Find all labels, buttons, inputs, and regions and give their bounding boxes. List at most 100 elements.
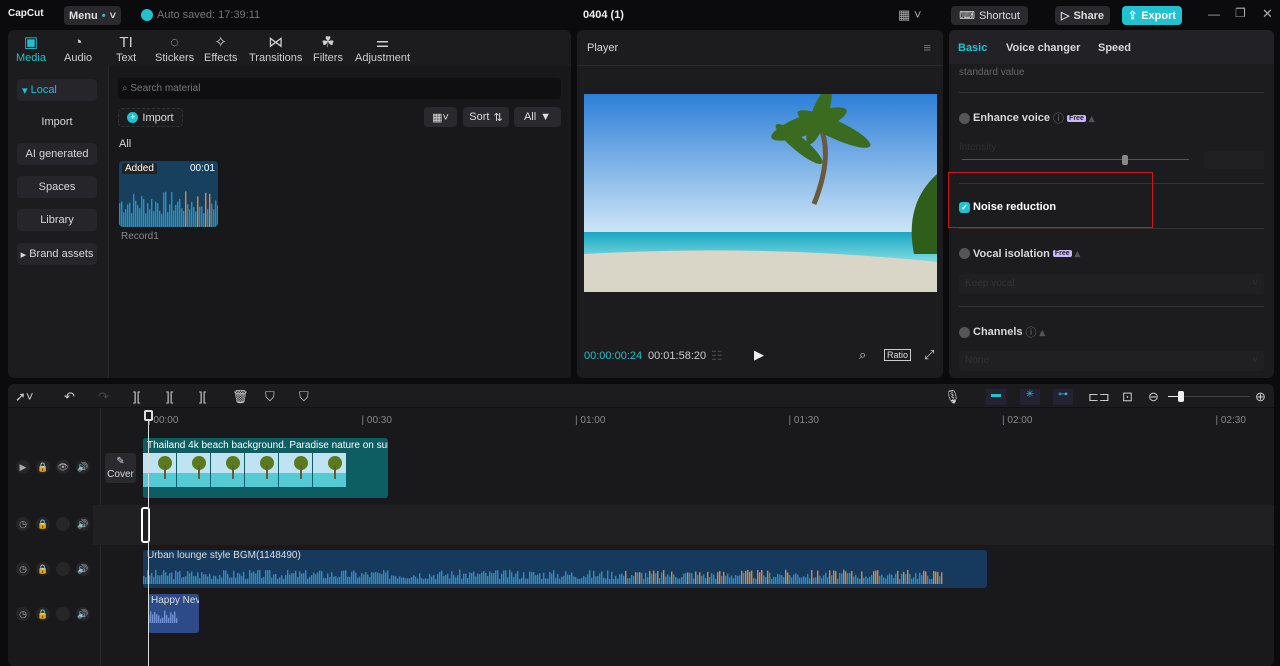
timeline-view-icon[interactable]: ☷ <box>711 348 723 364</box>
tab-basic[interactable]: Basic <box>958 42 987 54</box>
sidebar-item-ai-generated[interactable]: AI generated <box>17 143 97 165</box>
share-button[interactable]: ▷ Share <box>1055 6 1110 25</box>
preview-axis-icon[interactable]: ⊏⊐ <box>1088 389 1110 405</box>
play-icon[interactable]: ▶ <box>754 347 764 363</box>
filter-button[interactable]: All ▼ <box>514 107 561 127</box>
intensity-input[interactable] <box>1204 151 1264 169</box>
zoom-to-fit-icon[interactable]: ⊡ <box>1122 389 1133 405</box>
help-icon[interactable]: ⓘ <box>1026 324 1037 340</box>
audio-icon[interactable]: 🔊 <box>76 562 90 576</box>
tab-stickers[interactable]: ◌ Stickers <box>155 34 194 64</box>
tab-transitions[interactable]: ⋈ Transitions <box>249 34 302 64</box>
track-type-icon[interactable]: ◷ <box>16 562 30 576</box>
audio-icon[interactable]: 🔊 <box>76 460 90 474</box>
zoom-fit-icon[interactable]: ⌕ <box>859 347 866 363</box>
add-marker-icon[interactable]: ⛉ <box>265 389 275 405</box>
collapse-icon[interactable]: ▴ <box>1089 112 1095 125</box>
tab-adjustment[interactable]: ⚌ Adjustment <box>355 34 410 64</box>
sidebar-item-library[interactable]: Library <box>17 209 97 231</box>
noise-reduction-row[interactable]: ✓ Noise reduction <box>959 201 1056 213</box>
zoom-out-icon[interactable]: ⊖ <box>1148 389 1159 405</box>
split-right-icon[interactable]: ][ <box>199 389 206 404</box>
close-icon[interactable]: ✕ <box>1262 6 1273 22</box>
lock-icon[interactable]: 🔒 <box>36 460 50 474</box>
noise-reduction-checkbox[interactable]: ✓ <box>959 201 970 213</box>
vocal-isolation-checkbox[interactable] <box>959 248 970 259</box>
sidebar-item-import[interactable]: Import <box>17 111 97 133</box>
view-toggle[interactable]: ▦˅ <box>424 107 457 127</box>
menu-button[interactable]: Menu • ˅ <box>64 6 121 25</box>
search-input[interactable]: ⌕ Search material <box>118 78 561 99</box>
zoom-in-icon[interactable]: ⊕ <box>1255 389 1266 405</box>
lock-icon[interactable]: 🔒 <box>36 607 50 621</box>
collapse-icon[interactable]: ▴ <box>1075 247 1081 260</box>
visibility-icon[interactable] <box>56 562 70 576</box>
visibility-icon[interactable] <box>56 607 70 621</box>
sidebar-item-local[interactable]: ▾ Local <box>17 79 97 101</box>
sort-button[interactable]: Sort ⇅ <box>463 107 509 127</box>
sidebar-item-brand-assets[interactable]: ▸ Brand assets <box>17 243 97 265</box>
minimize-icon[interactable]: — <box>1208 7 1220 21</box>
fullscreen-icon[interactable]: ⤢ <box>924 347 934 363</box>
media-item-record1[interactable]: Added 00:01 <box>119 161 218 227</box>
audio-clip-happy-new[interactable]: Happy Nev <box>148 594 199 633</box>
help-icon[interactable]: ⓘ <box>1053 110 1064 126</box>
filters-icon: ☘ <box>321 34 335 51</box>
marker-icon[interactable]: ⛉ <box>299 389 309 405</box>
tab-text[interactable]: TI Text <box>116 34 136 64</box>
intensity-slider[interactable] <box>962 159 1189 160</box>
export-button[interactable]: ⇪ Export <box>1122 6 1182 25</box>
track-type-icon[interactable]: ◷ <box>16 607 30 621</box>
restore-icon[interactable]: ❐ <box>1235 6 1246 20</box>
undo-icon[interactable]: ↶ <box>64 389 75 405</box>
visibility-icon[interactable]: 👁 <box>56 460 70 474</box>
enhance-voice-row[interactable]: Enhance voice ⓘ Free ▴ <box>959 110 1094 126</box>
playhead-handle[interactable] <box>144 410 153 421</box>
intensity-slider-handle[interactable] <box>1122 155 1129 165</box>
split-icon[interactable]: ][ <box>133 389 140 404</box>
tab-media[interactable]: ▣ Media <box>16 34 46 64</box>
shortcut-button[interactable]: ⌨ Shortcut <box>951 6 1028 25</box>
audio-icon[interactable]: 🔊 <box>76 607 90 621</box>
vocal-mode-select[interactable]: Keep vocal ˅ <box>959 274 1264 294</box>
split-left-icon[interactable]: ][ <box>166 389 173 404</box>
tab-effects[interactable]: ✧ Effects <box>204 34 237 64</box>
video-clip[interactable]: Thailand 4k beach background. Paradise n… <box>143 438 388 498</box>
zoom-slider-handle[interactable] <box>1178 391 1184 402</box>
lock-icon[interactable]: 🔒 <box>36 517 50 531</box>
tab-filters[interactable]: ☘ Filters <box>313 34 343 64</box>
sidebar-item-spaces[interactable]: Spaces <box>17 176 97 198</box>
tab-speed[interactable]: Speed <box>1098 42 1131 54</box>
playhead[interactable] <box>148 412 149 666</box>
tab-voice-changer[interactable]: Voice changer <box>1006 42 1080 54</box>
player-menu-icon[interactable]: ≡ <box>923 40 931 55</box>
visibility-icon[interactable] <box>56 517 70 531</box>
select-tool-icon[interactable]: ➚˅ <box>15 389 33 405</box>
microphone-icon[interactable]: 🎙 <box>944 389 961 405</box>
channels-checkbox[interactable] <box>959 326 970 338</box>
added-badge: Added <box>122 163 157 174</box>
channels-select[interactable]: None ˅ <box>959 351 1264 371</box>
enhance-voice-checkbox[interactable] <box>959 112 970 124</box>
redo-icon[interactable]: ↷ <box>98 389 109 405</box>
ratio-button[interactable]: Ratio <box>884 349 912 361</box>
layout-icon[interactable]: ▦ ˅ <box>898 7 922 23</box>
track-type-icon[interactable]: ▶ <box>16 460 30 474</box>
lock-icon[interactable]: 🔒 <box>36 562 50 576</box>
import-button[interactable]: + Import <box>118 108 183 127</box>
check-icon <box>141 9 153 21</box>
free-badge: Free <box>1052 250 1072 257</box>
track-type-icon[interactable]: ◷ <box>16 517 30 531</box>
video-preview[interactable] <box>584 94 937 292</box>
delete-icon[interactable]: 🗑 <box>232 389 249 405</box>
tab-audio[interactable]: ◔ Audio <box>64 34 92 64</box>
link-icon[interactable]: ⊶ <box>1053 389 1073 405</box>
audio-icon[interactable]: 🔊 <box>76 517 90 531</box>
cover-button[interactable]: ✎ Cover <box>105 453 136 483</box>
collapse-icon[interactable]: ▴ <box>1040 326 1046 339</box>
main-track-magnet-icon[interactable]: ▬ <box>986 389 1006 405</box>
vocal-isolation-row[interactable]: Vocal isolation Free ▴ <box>959 247 1080 260</box>
audio-clip-bgm[interactable]: Urban lounge style BGM(1148490) <box>143 550 987 588</box>
auto-snap-icon[interactable]: ✳ <box>1020 389 1040 405</box>
channels-row[interactable]: Channels ⓘ ▴ <box>959 324 1045 340</box>
